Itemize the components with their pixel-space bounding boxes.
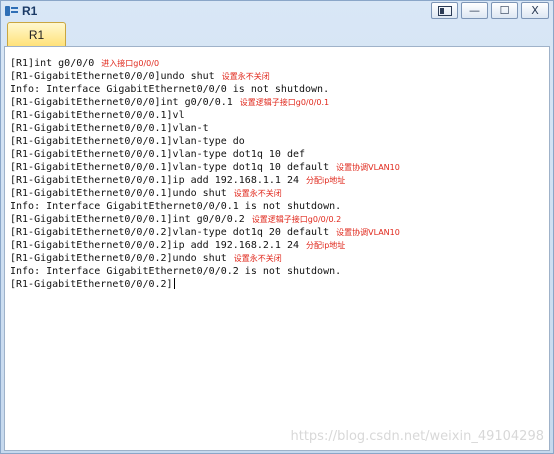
command-text: [R1-GigabitEthernet0/0/0]undo shut xyxy=(10,71,215,82)
annotation-note: 设置逻辑子接口g0/0/0.1 xyxy=(239,98,330,107)
command-text: [R1-GigabitEthernet0/0/0.2]ip add 192.16… xyxy=(10,240,299,251)
annotation-note: 进入接口g0/0/0 xyxy=(101,59,160,68)
command-text: [R1-GigabitEthernet0/0/0.1]vlan-type dot… xyxy=(10,162,330,173)
command-text: Info: Interface GigabitEthernet0/0/0 is … xyxy=(10,84,330,95)
annotation-note: 设置永不关闭 xyxy=(233,254,282,263)
terminal-output[interactable]: [R1]int g0/0/0 进入接口g0/0/0 [R1-GigabitEther… xyxy=(4,46,550,451)
terminal-line: [R1-GigabitEthernet0/0/0.1]vlan-t xyxy=(10,122,400,135)
command-text: [R1-GigabitEthernet0/0/0.1]int g0/0/0.2 xyxy=(10,214,245,225)
tab-bar: R1 xyxy=(4,22,550,46)
terminal-line: [R1-GigabitEthernet0/0/0.1]int g0/0/0.2 设… xyxy=(10,213,400,226)
app-icon xyxy=(5,5,18,17)
command-text: [R1-GigabitEthernet0/0/0.1]vlan-type dot… xyxy=(10,149,306,160)
command-text: [R1-GigabitEthernet0/0/0.2]undo shut xyxy=(10,253,227,264)
terminal-line: [R1-GigabitEthernet0/0/0.1]vlan-type do xyxy=(10,135,400,148)
command-text: [R1-GigabitEthernet0/0/0.2] xyxy=(10,279,173,290)
annotation-note: 分配ip地址 xyxy=(305,241,346,250)
tab-label: R1 xyxy=(28,27,45,42)
terminal-line: [R1-GigabitEthernet0/0/0.2]vlan-type dot… xyxy=(10,226,400,239)
command-text: Info: Interface GigabitEthernet0/0/0.2 i… xyxy=(10,266,342,277)
maximize-icon[interactable]: ☐ xyxy=(491,2,518,19)
terminal-lines: [R1]int g0/0/0 进入接口g0/0/0 [R1-GigabitEther… xyxy=(10,57,400,291)
terminal-line: [R1-GigabitEthernet0/0/0.1]vl xyxy=(10,109,400,122)
terminal-line: [R1-GigabitEthernet0/0/0]undo shut 设置永不关闭 xyxy=(10,70,400,83)
watermark: https://blog.csdn.net/weixin_49104298 xyxy=(290,429,544,444)
terminal-line: Info: Interface GigabitEthernet0/0/0 is … xyxy=(10,83,400,96)
command-text: [R1-GigabitEthernet0/0/0.2]vlan-type dot… xyxy=(10,227,330,238)
command-text: [R1-GigabitEthernet0/0/0.1]vlan-t xyxy=(10,123,209,134)
command-text: [R1]int g0/0/0 xyxy=(10,58,95,69)
close-icon[interactable]: X xyxy=(521,2,549,19)
tab-r1[interactable]: R1 xyxy=(7,22,66,46)
terminal-line: [R1-GigabitEthernet0/0/0]int g0/0/0.1 设置逻… xyxy=(10,96,400,109)
minimize-icon[interactable]: — xyxy=(461,2,488,19)
command-text: [R1-GigabitEthernet0/0/0.1]vlan-type do xyxy=(10,136,245,147)
annotation-note: 分配ip地址 xyxy=(305,176,346,185)
terminal-line: [R1-GigabitEthernet0/0/0.2]undo shut 设置永不… xyxy=(10,252,400,265)
annotation-note: 设置永不关闭 xyxy=(221,72,270,81)
annotation-note: 设置协调VLAN10 xyxy=(336,163,400,172)
annotation-note: 设置逻辑子接口g0/0/0.2 xyxy=(251,215,342,224)
terminal-line: [R1-GigabitEthernet0/0/0.1]vlan-type dot… xyxy=(10,161,400,174)
restore-panel-icon[interactable] xyxy=(431,2,458,19)
terminal-line: [R1-GigabitEthernet0/0/0.2] xyxy=(10,278,400,291)
text-cursor xyxy=(173,278,175,289)
annotation-note: 设置协调VLAN10 xyxy=(336,228,400,237)
terminal-line: [R1]int g0/0/0 进入接口g0/0/0 xyxy=(10,57,400,70)
command-text: [R1-GigabitEthernet0/0/0]int g0/0/0.1 xyxy=(10,97,233,108)
title-bar[interactable]: R1 — ☐ X xyxy=(1,1,553,21)
terminal-line: Info: Interface GigabitEthernet0/0/0.2 i… xyxy=(10,265,400,278)
annotation-note: 设置永不关闭 xyxy=(233,189,282,198)
command-text: Info: Interface GigabitEthernet0/0/0.1 i… xyxy=(10,201,342,212)
terminal-line: [R1-GigabitEthernet0/0/0.2]ip add 192.16… xyxy=(10,239,400,252)
terminal-line: [R1-GigabitEthernet0/0/0.1]undo shut 设置永不… xyxy=(10,187,400,200)
terminal-line: [R1-GigabitEthernet0/0/0.1]ip add 192.16… xyxy=(10,174,400,187)
window-controls: — ☐ X xyxy=(431,2,549,19)
terminal-line: [R1-GigabitEthernet0/0/0.1]vlan-type dot… xyxy=(10,148,400,161)
command-text: [R1-GigabitEthernet0/0/0.1]undo shut xyxy=(10,188,227,199)
terminal-line: Info: Interface GigabitEthernet0/0/0.1 i… xyxy=(10,200,400,213)
command-text: [R1-GigabitEthernet0/0/0.1]ip add 192.16… xyxy=(10,175,299,186)
terminal-window: R1 — ☐ X R1 [R1]int g0/0/0 进入接口g0/0/0 [R1-… xyxy=(0,0,554,454)
window-title: R1 xyxy=(22,4,38,18)
command-text: [R1-GigabitEthernet0/0/0.1]vl xyxy=(10,110,185,121)
